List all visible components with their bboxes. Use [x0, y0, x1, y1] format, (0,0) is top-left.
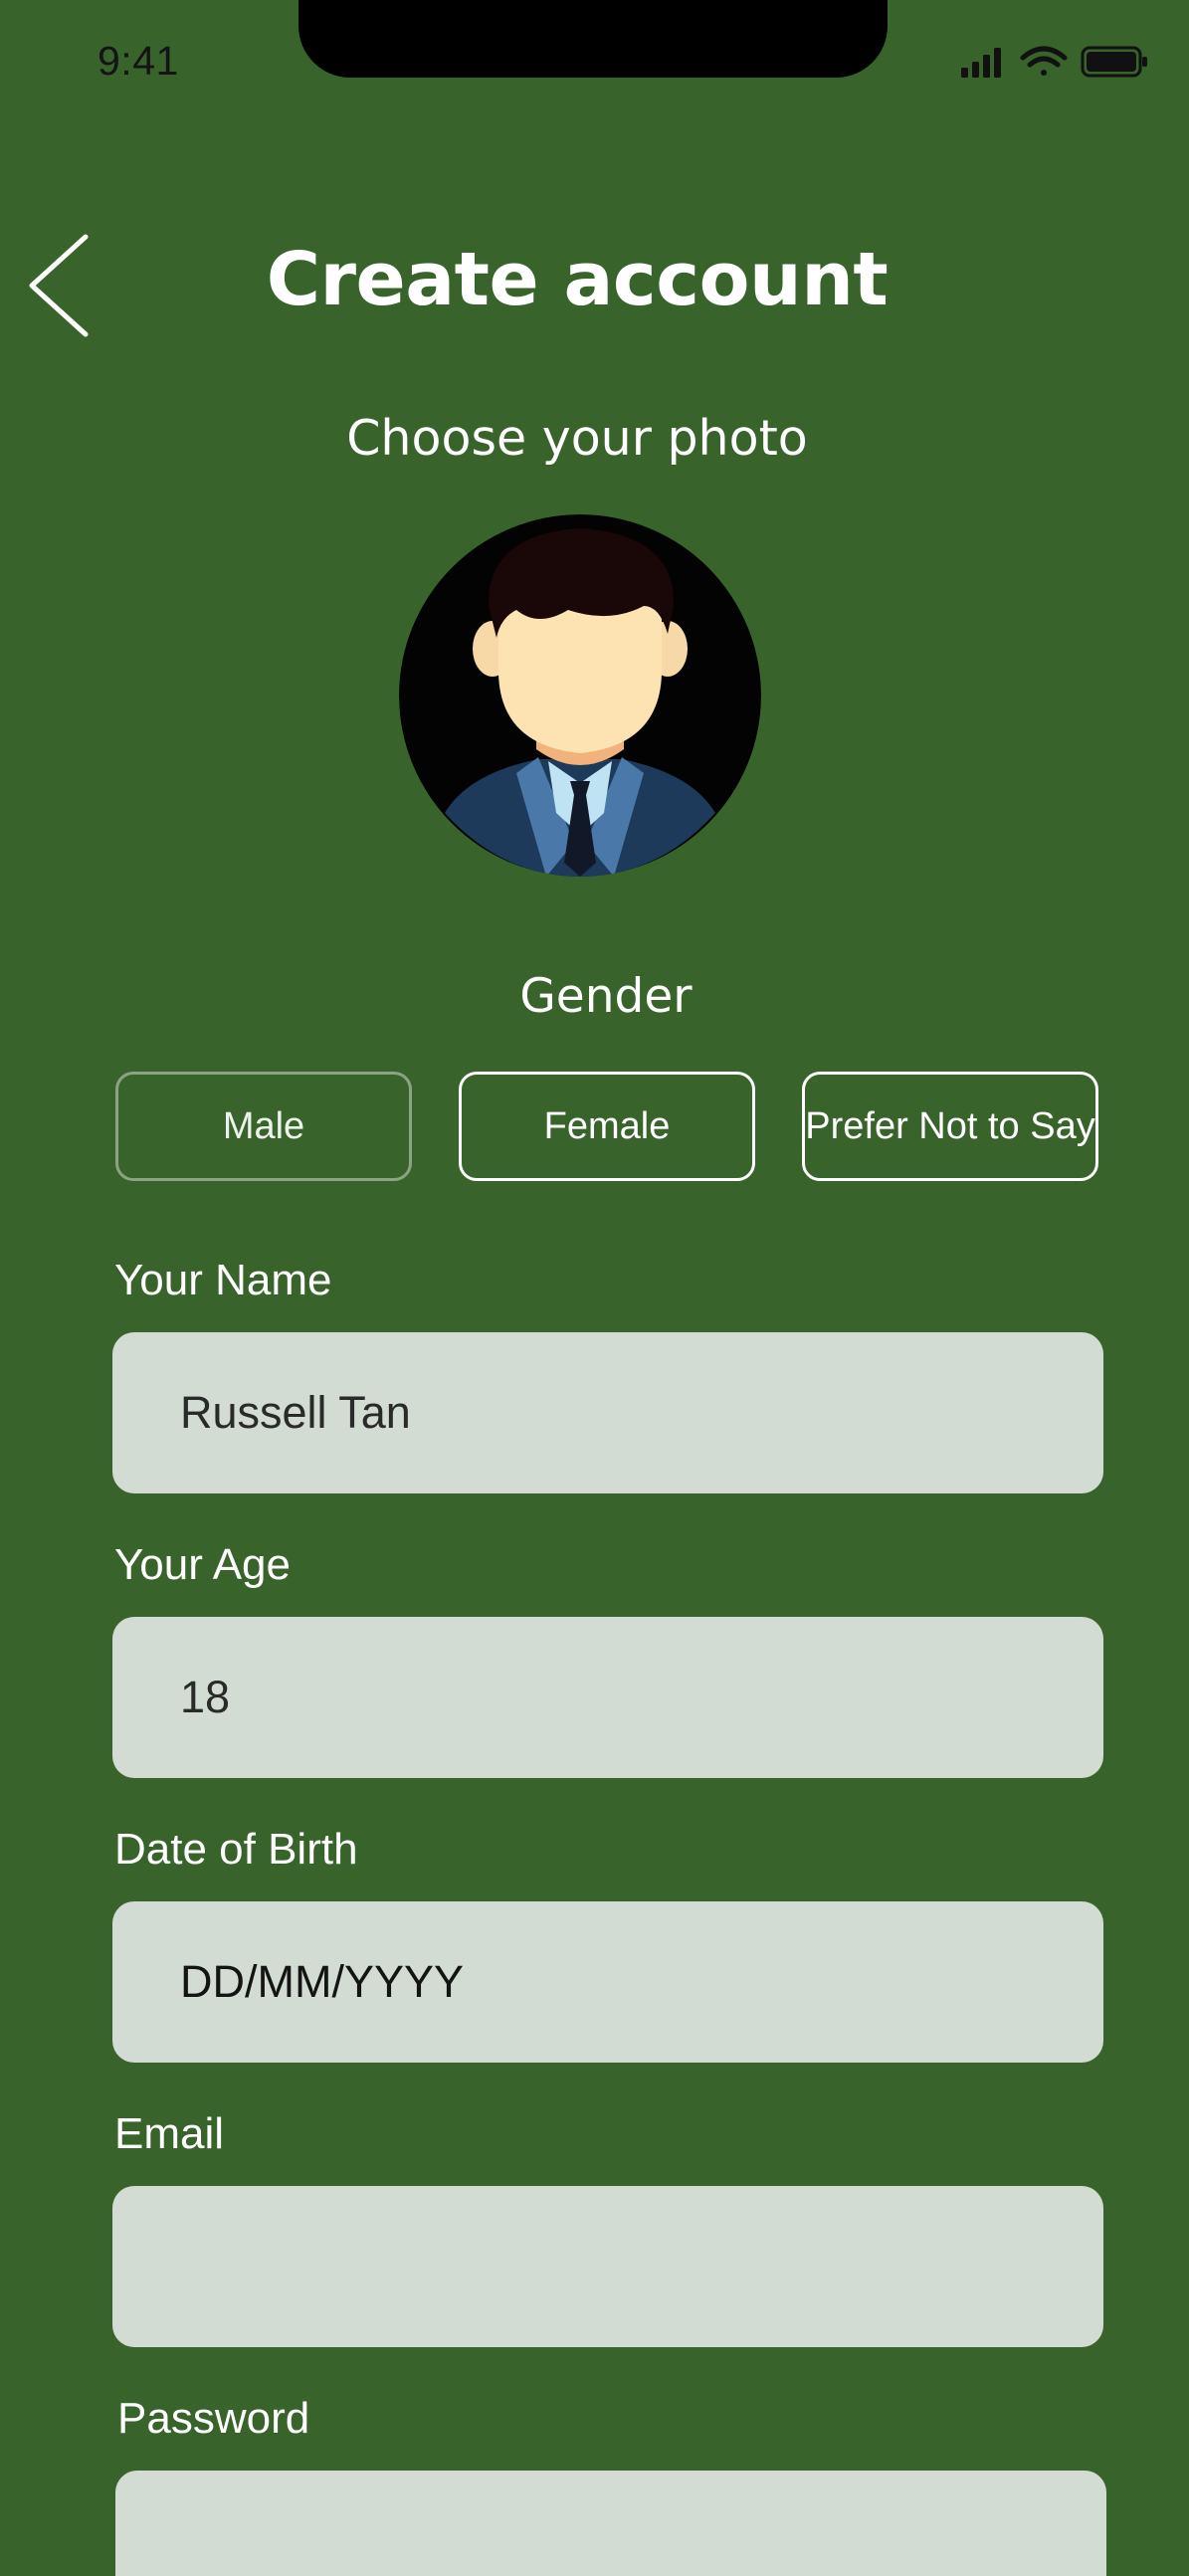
- page-title: Create account: [266, 237, 889, 322]
- status-time: 9:41: [98, 38, 179, 84]
- wifi-icon: [1020, 46, 1068, 76]
- age-field[interactable]: 18: [112, 1617, 1103, 1778]
- cellular-signal-icon: [961, 48, 1001, 78]
- status-icons: [961, 44, 1150, 80]
- device-notch: [298, 0, 888, 78]
- gender-option-female[interactable]: Female: [459, 1072, 755, 1181]
- dob-label: Date of Birth: [114, 1825, 358, 1874]
- email-label: Email: [114, 2109, 225, 2158]
- name-value: Russell Tan: [180, 1387, 411, 1438]
- email-field[interactable]: [112, 2186, 1103, 2347]
- person-avatar-icon: [399, 514, 761, 877]
- battery-icon: [1081, 46, 1147, 78]
- name-label: Your Name: [114, 1256, 332, 1304]
- gender-label: Gender: [519, 969, 693, 1024]
- password-label: Password: [117, 2394, 310, 2443]
- name-field[interactable]: Russell Tan: [112, 1332, 1103, 1493]
- dob-placeholder: DD/MM/YYYY: [180, 1956, 465, 2007]
- age-value: 18: [180, 1672, 231, 1722]
- choose-photo-label: Choose your photo: [346, 410, 808, 467]
- dob-field[interactable]: DD/MM/YYYY: [112, 1901, 1103, 2063]
- age-label: Your Age: [114, 1540, 291, 1589]
- gender-option-prefer-not-to-say[interactable]: Prefer Not to Say: [802, 1072, 1098, 1181]
- gender-option-male[interactable]: Male: [115, 1072, 412, 1181]
- profile-photo-avatar[interactable]: [399, 514, 761, 877]
- password-field[interactable]: [115, 2471, 1106, 2576]
